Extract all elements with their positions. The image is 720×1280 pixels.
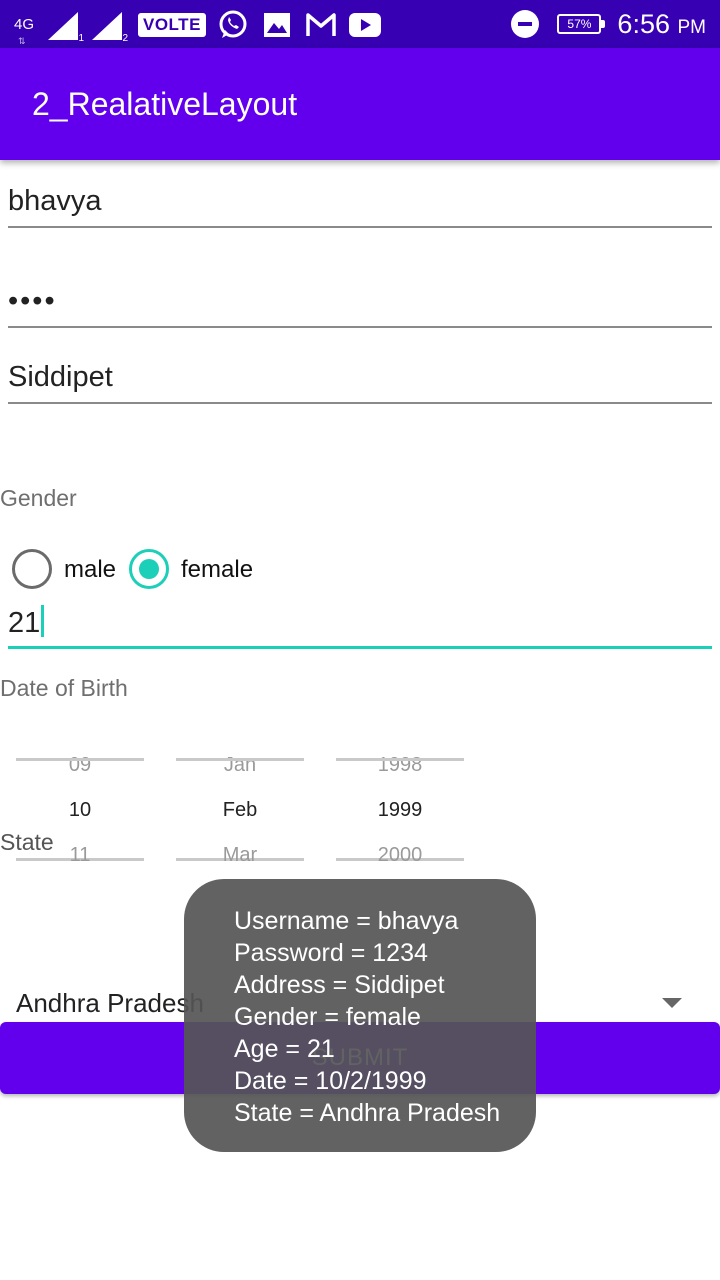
username-field[interactable]: bhavya <box>8 176 712 228</box>
toast-line-date: Date = 10/2/1999 <box>234 1067 427 1095</box>
app-bar: 2_RealativeLayout <box>0 48 720 160</box>
day-divider-top <box>16 758 144 761</box>
toast-message: Username = bhavya Password = 1234 Addres… <box>184 879 536 1152</box>
dnd-icon <box>511 10 540 38</box>
month-next[interactable]: Mar <box>176 844 304 867</box>
youtube-icon <box>348 8 382 42</box>
gender-radio-female[interactable] <box>129 549 169 589</box>
app-title: 2_RealativeLayout <box>32 86 298 122</box>
dropdown-arrow-icon[interactable] <box>662 998 682 1008</box>
gender-female-label[interactable]: female <box>181 556 253 584</box>
username-value: bhavya <box>8 185 102 217</box>
status-right-group: 57% 6:56 PM <box>511 6 706 42</box>
toast-line-gender: Gender = female <box>234 1003 421 1031</box>
status-bar: 4G ⇅ 1 2 VOLTE 57% 6:56 PM <box>0 0 720 48</box>
state-label: State <box>0 829 54 855</box>
age-value: 21 <box>8 607 41 639</box>
data-arrows-icon: ⇅ <box>18 36 26 46</box>
month-divider-top <box>176 758 304 761</box>
gallery-icon <box>260 8 294 42</box>
status-left-group: 4G ⇅ 1 2 VOLTE <box>14 8 382 47</box>
year-divider-top <box>336 758 464 761</box>
day-current[interactable]: 10 <box>16 799 144 822</box>
address-value: Siddipet <box>8 361 113 393</box>
gender-label: Gender <box>0 485 77 511</box>
toast-line-address: Address = Siddipet <box>234 971 445 999</box>
signal-sim1-icon: 1 <box>46 10 86 44</box>
volte-badge: VOLTE <box>138 13 206 37</box>
sim1-index: 1 <box>78 33 84 44</box>
month-current[interactable]: Feb <box>176 799 304 822</box>
sim2-index: 2 <box>122 33 128 44</box>
toast-line-username: Username = bhavya <box>234 907 459 935</box>
dob-label: Date of Birth <box>0 675 128 701</box>
age-field[interactable]: 21 <box>8 596 712 649</box>
address-field[interactable]: Siddipet <box>8 352 712 404</box>
clock-time: 6:56 <box>617 8 670 39</box>
age-value-wrap: 21 <box>8 605 45 640</box>
year-next[interactable]: 2000 <box>336 844 464 867</box>
network-type: 4G <box>14 16 35 33</box>
year-current[interactable]: 1999 <box>336 799 464 822</box>
toast-line-age: Age = 21 <box>234 1035 335 1063</box>
clock-ampm: PM <box>677 16 707 38</box>
password-field[interactable]: •••• <box>8 272 712 328</box>
battery-indicator: 57% <box>557 14 606 34</box>
toast-line-password: Password = 1234 <box>234 939 428 967</box>
gmail-icon <box>304 8 338 42</box>
password-value: •••• <box>8 285 57 317</box>
year-picker[interactable]: 1998 1999 2000 <box>336 750 464 867</box>
signal-sim2-icon: 2 <box>90 10 130 44</box>
clock: 6:56 PM <box>617 9 706 40</box>
gender-radio-male[interactable] <box>12 549 52 589</box>
text-cursor <box>41 605 45 637</box>
state-spinner-value[interactable]: Andhra Pradesh <box>16 988 204 1019</box>
whatsapp-icon <box>216 8 250 42</box>
month-picker[interactable]: Jan Feb Mar <box>176 750 304 867</box>
network-indicator: 4G ⇅ <box>14 16 42 47</box>
toast-line-state: State = Andhra Pradesh <box>234 1099 501 1127</box>
gender-male-label[interactable]: male <box>64 556 116 584</box>
